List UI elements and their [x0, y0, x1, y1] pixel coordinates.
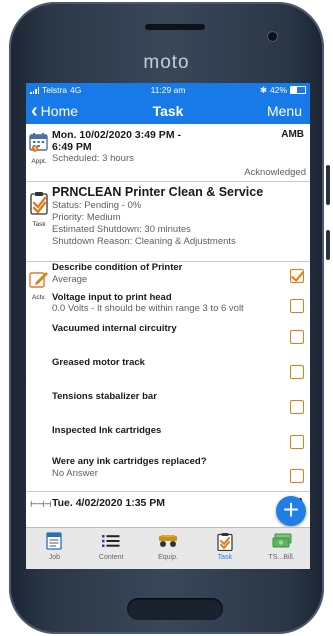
tab-label: Equip. — [158, 554, 178, 561]
task-shutdown-reason: Shutdown Reason: Cleaning & Adjustments — [52, 236, 236, 247]
activity-item[interactable]: Were any ink cartridges replaced? No Ans… — [52, 456, 286, 479]
money-icon — [272, 533, 292, 548]
volume-button — [326, 165, 330, 205]
gantt-icon: ⊢⊣⊣ — [30, 499, 52, 509]
task-content: Appt. Mon. 10/02/2020 3:49 PM - 6:49 PM … — [26, 124, 310, 528]
activity-checkbox[interactable] — [290, 330, 304, 344]
activity-title: Describe condition of Printer — [52, 262, 183, 273]
activity-title: Inspected Ink cartridges — [52, 425, 162, 436]
fingerprint-sensor — [127, 598, 223, 620]
tab-label: Content — [98, 554, 124, 561]
power-button — [326, 230, 330, 260]
activity-item[interactable]: Describe condition of Printer Average — [52, 262, 286, 285]
activity-title: Vacuumed internal circuitry — [52, 323, 177, 334]
task-icon-label: Task — [32, 221, 46, 228]
activities-list: Actv. Describe condition of Printer Aver… — [26, 261, 310, 492]
screen: Telstra 4G 11:29 am ✱ 42% ‹ Home Task Me… — [26, 83, 310, 569]
earpiece-speaker — [145, 24, 205, 30]
task-status: Status: Pending - 0% — [52, 200, 142, 211]
tab-label: Job — [48, 554, 61, 561]
tab-job[interactable]: Job — [26, 528, 83, 569]
activity-title: Tensions stabalizer bar — [52, 391, 157, 402]
activity-title: Greased motor track — [52, 357, 145, 368]
tab-task[interactable]: Task — [196, 528, 253, 569]
device-brand: moto — [143, 52, 190, 73]
activity-item[interactable]: Voltage input to print head 0.0 Volts - … — [52, 292, 286, 314]
activity-value: 0.0 Volts - It should be within range 3 … — [52, 303, 244, 314]
tab-timesheet-billing[interactable]: TS...Bill. — [253, 528, 310, 569]
activities-icon-label: Actv. — [32, 294, 46, 301]
scheduled-duration: Scheduled: 3 hours — [52, 153, 134, 164]
chevron-left-icon: ‹ — [31, 99, 38, 122]
activity-checkbox[interactable] — [290, 269, 304, 283]
appointment-badge: AMB — [281, 129, 304, 140]
activity-item[interactable]: Vacuumed internal circuitry — [52, 323, 286, 335]
pencil-note-icon — [29, 272, 48, 288]
list-icon — [102, 535, 120, 547]
task-card[interactable]: Task PRNCLEAN Printer Clean & Service St… — [26, 181, 310, 262]
battery-icon — [290, 86, 306, 94]
equipment-icon — [158, 535, 177, 547]
activity-item[interactable]: Greased motor track — [52, 357, 286, 369]
task-estimated-shutdown: Estimated Shutdown: 30 minutes — [52, 224, 191, 235]
activity-checkbox[interactable] — [290, 299, 304, 313]
task-priority: Priority: Medium — [52, 212, 121, 223]
tab-equipment[interactable]: Equip. — [140, 528, 197, 569]
clipboard-icon — [30, 192, 48, 215]
activity-checkbox[interactable] — [290, 469, 304, 483]
activity-item[interactable]: Tensions stabalizer bar — [52, 391, 286, 403]
tab-label: Task — [217, 554, 232, 561]
appointment-status: Acknowledged — [244, 167, 306, 178]
calendar-icon — [29, 133, 48, 152]
bottom-tab-bar: Job Content Equip. Task TS...Bill. — [26, 527, 310, 569]
appointment-card[interactable]: Appt. Mon. 10/02/2020 3:49 PM - 6:49 PM … — [26, 124, 310, 182]
front-camera — [268, 32, 277, 41]
back-button[interactable]: ‹ Home — [26, 101, 78, 121]
menu-button[interactable]: Menu — [267, 103, 310, 119]
task-clipboard-icon — [217, 532, 233, 551]
status-bar: Telstra 4G 11:29 am ✱ 42% — [26, 83, 310, 97]
next-appointment-date: Tue. 4/02/2020 1:35 PM — [52, 497, 166, 509]
clock: 11:29 am — [150, 85, 186, 95]
appointment-end: 6:49 PM — [52, 141, 92, 153]
activity-checkbox[interactable] — [290, 435, 304, 449]
next-appointment-card[interactable]: ⊢⊣⊣ Tue. 4/02/2020 1:35 PM A — [26, 492, 310, 528]
plus-icon: + — [282, 494, 300, 525]
back-label: Home — [40, 102, 79, 119]
tab-content[interactable]: Content — [83, 528, 140, 569]
tab-label: TS...Bill. — [268, 554, 295, 561]
add-button[interactable]: + — [276, 496, 306, 526]
document-icon — [46, 532, 63, 550]
activity-checkbox[interactable] — [290, 365, 304, 379]
activity-checkbox[interactable] — [290, 400, 304, 414]
appointment-icon-label: Appt. — [31, 158, 47, 165]
activity-title: Were any ink cartridges replaced? — [52, 456, 207, 467]
activity-item[interactable]: Inspected Ink cartridges — [52, 425, 286, 437]
task-title: PRNCLEAN Printer Clean & Service — [52, 185, 264, 199]
appointment-start: Mon. 10/02/2020 3:49 PM - — [52, 129, 181, 141]
nav-bar: ‹ Home Task Menu — [26, 97, 310, 124]
activity-value: Average — [52, 274, 88, 285]
activity-value: No Answer — [52, 468, 98, 479]
